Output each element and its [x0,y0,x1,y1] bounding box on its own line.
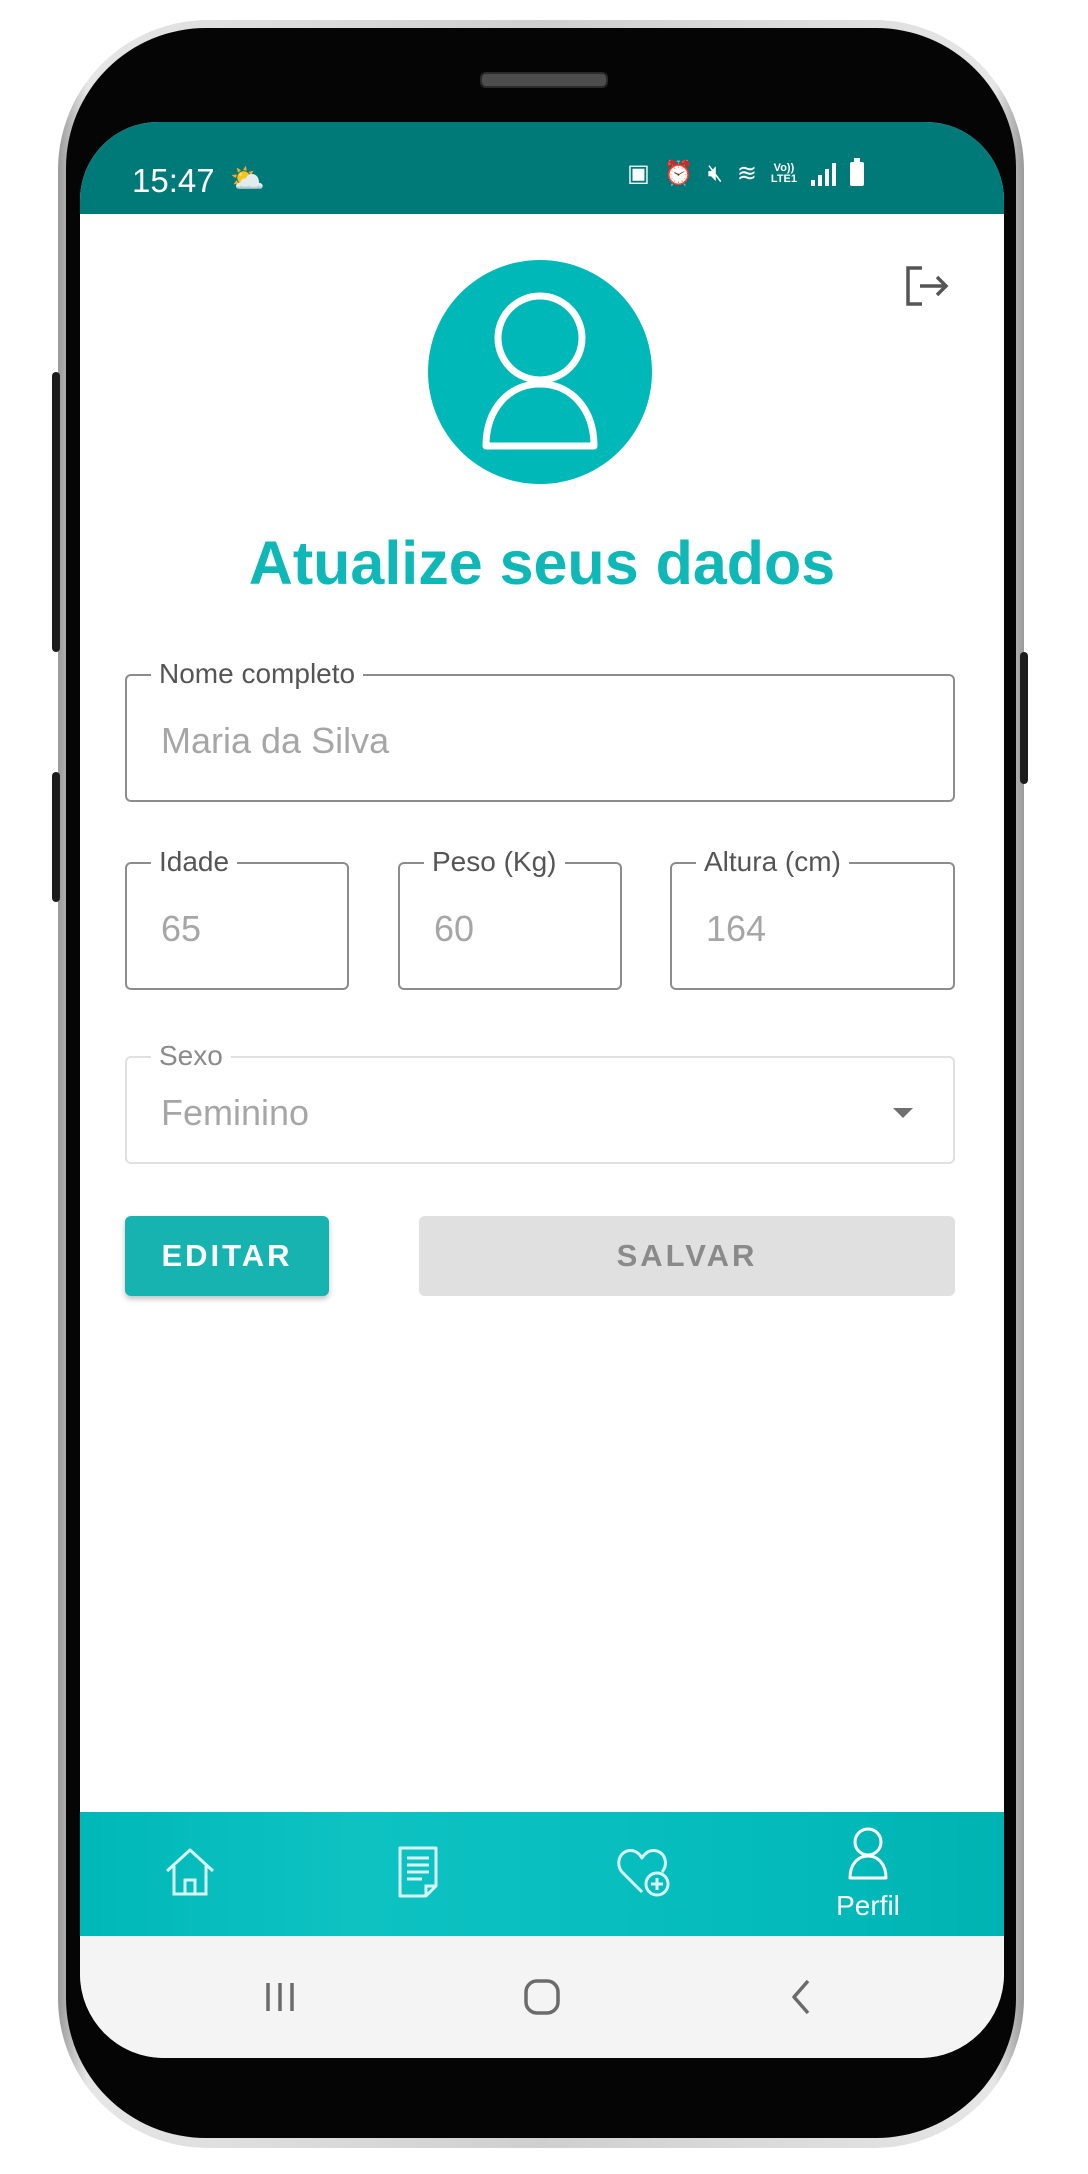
tab-profile-label: Perfil [836,1890,900,1921]
edit-button[interactable]: EDITAR [125,1216,329,1296]
back-button[interactable] [782,1977,822,2017]
tab-home[interactable] [130,1812,250,1936]
screen: 15:47 ⛅ ▣ ⏰ 🔇︎ ≋ Vo)) LTE1 Atualize seus… [80,122,1004,2058]
age-label: Idade [151,846,238,878]
status-icons: ▣ ⏰ 🔇︎ ≋ Vo)) LTE1 [627,158,864,188]
volume-up-button [52,372,60,652]
page-title: Atualize seus dados [248,529,836,597]
home-icon [165,1848,215,1896]
mute-icon: 🔇︎ [707,160,723,187]
full-name-value: Maria da Silva [161,720,390,761]
weather-icon: ⛅ [230,163,265,194]
tab-profile[interactable]: Perfil [808,1812,928,1936]
earpiece-speaker [480,72,608,88]
home-button[interactable] [522,1977,562,2017]
tab-health[interactable] [583,1812,703,1936]
battery-saver-icon: ▣ [627,160,650,187]
signal-icon [811,162,836,186]
full-name-field[interactable]: Nome completo Maria da Silva [125,658,955,802]
save-button[interactable]: SALVAR [419,1216,955,1296]
recent-apps-button[interactable] [260,1977,300,2017]
logout-button[interactable] [900,260,952,312]
weight-label: Peso (Kg) [424,846,565,878]
age-value: 65 [161,908,202,949]
battery-icon [850,158,864,186]
heart-plus-icon [617,1849,670,1897]
bixby-button [52,772,60,902]
user-icon [482,292,598,450]
logout-icon [906,266,949,306]
bottom-tab-bar: Perfil [80,1812,1004,1936]
status-time: 15:47 [132,162,215,199]
weight-field[interactable]: Peso (Kg) 60 [398,846,622,990]
alarm-icon: ⏰ [663,160,694,187]
chevron-down-icon [893,1108,913,1118]
volte-icon: Vo)) LTE1 [770,162,797,185]
sex-label: Sexo [151,1040,231,1072]
height-field[interactable]: Altura (cm) 164 [670,846,955,990]
full-name-label: Nome completo [151,658,364,690]
profile-icon [848,1827,888,1880]
weight-value: 60 [434,908,475,949]
power-button [1020,652,1028,784]
sex-value: Feminino [161,1092,310,1133]
document-icon [398,1846,438,1898]
system-navigation-bar [80,1936,1004,2058]
age-field[interactable]: Idade 65 [125,846,349,990]
avatar [428,260,652,484]
height-label: Altura (cm) [696,846,849,878]
status-bar: 15:47 ⛅ ▣ ⏰ 🔇︎ ≋ Vo)) LTE1 [80,122,1004,214]
sex-select[interactable]: Sexo Feminino [125,1040,955,1164]
wifi-icon: ≋ [736,160,757,187]
tab-records[interactable] [358,1812,478,1936]
height-value: 164 [706,908,767,949]
